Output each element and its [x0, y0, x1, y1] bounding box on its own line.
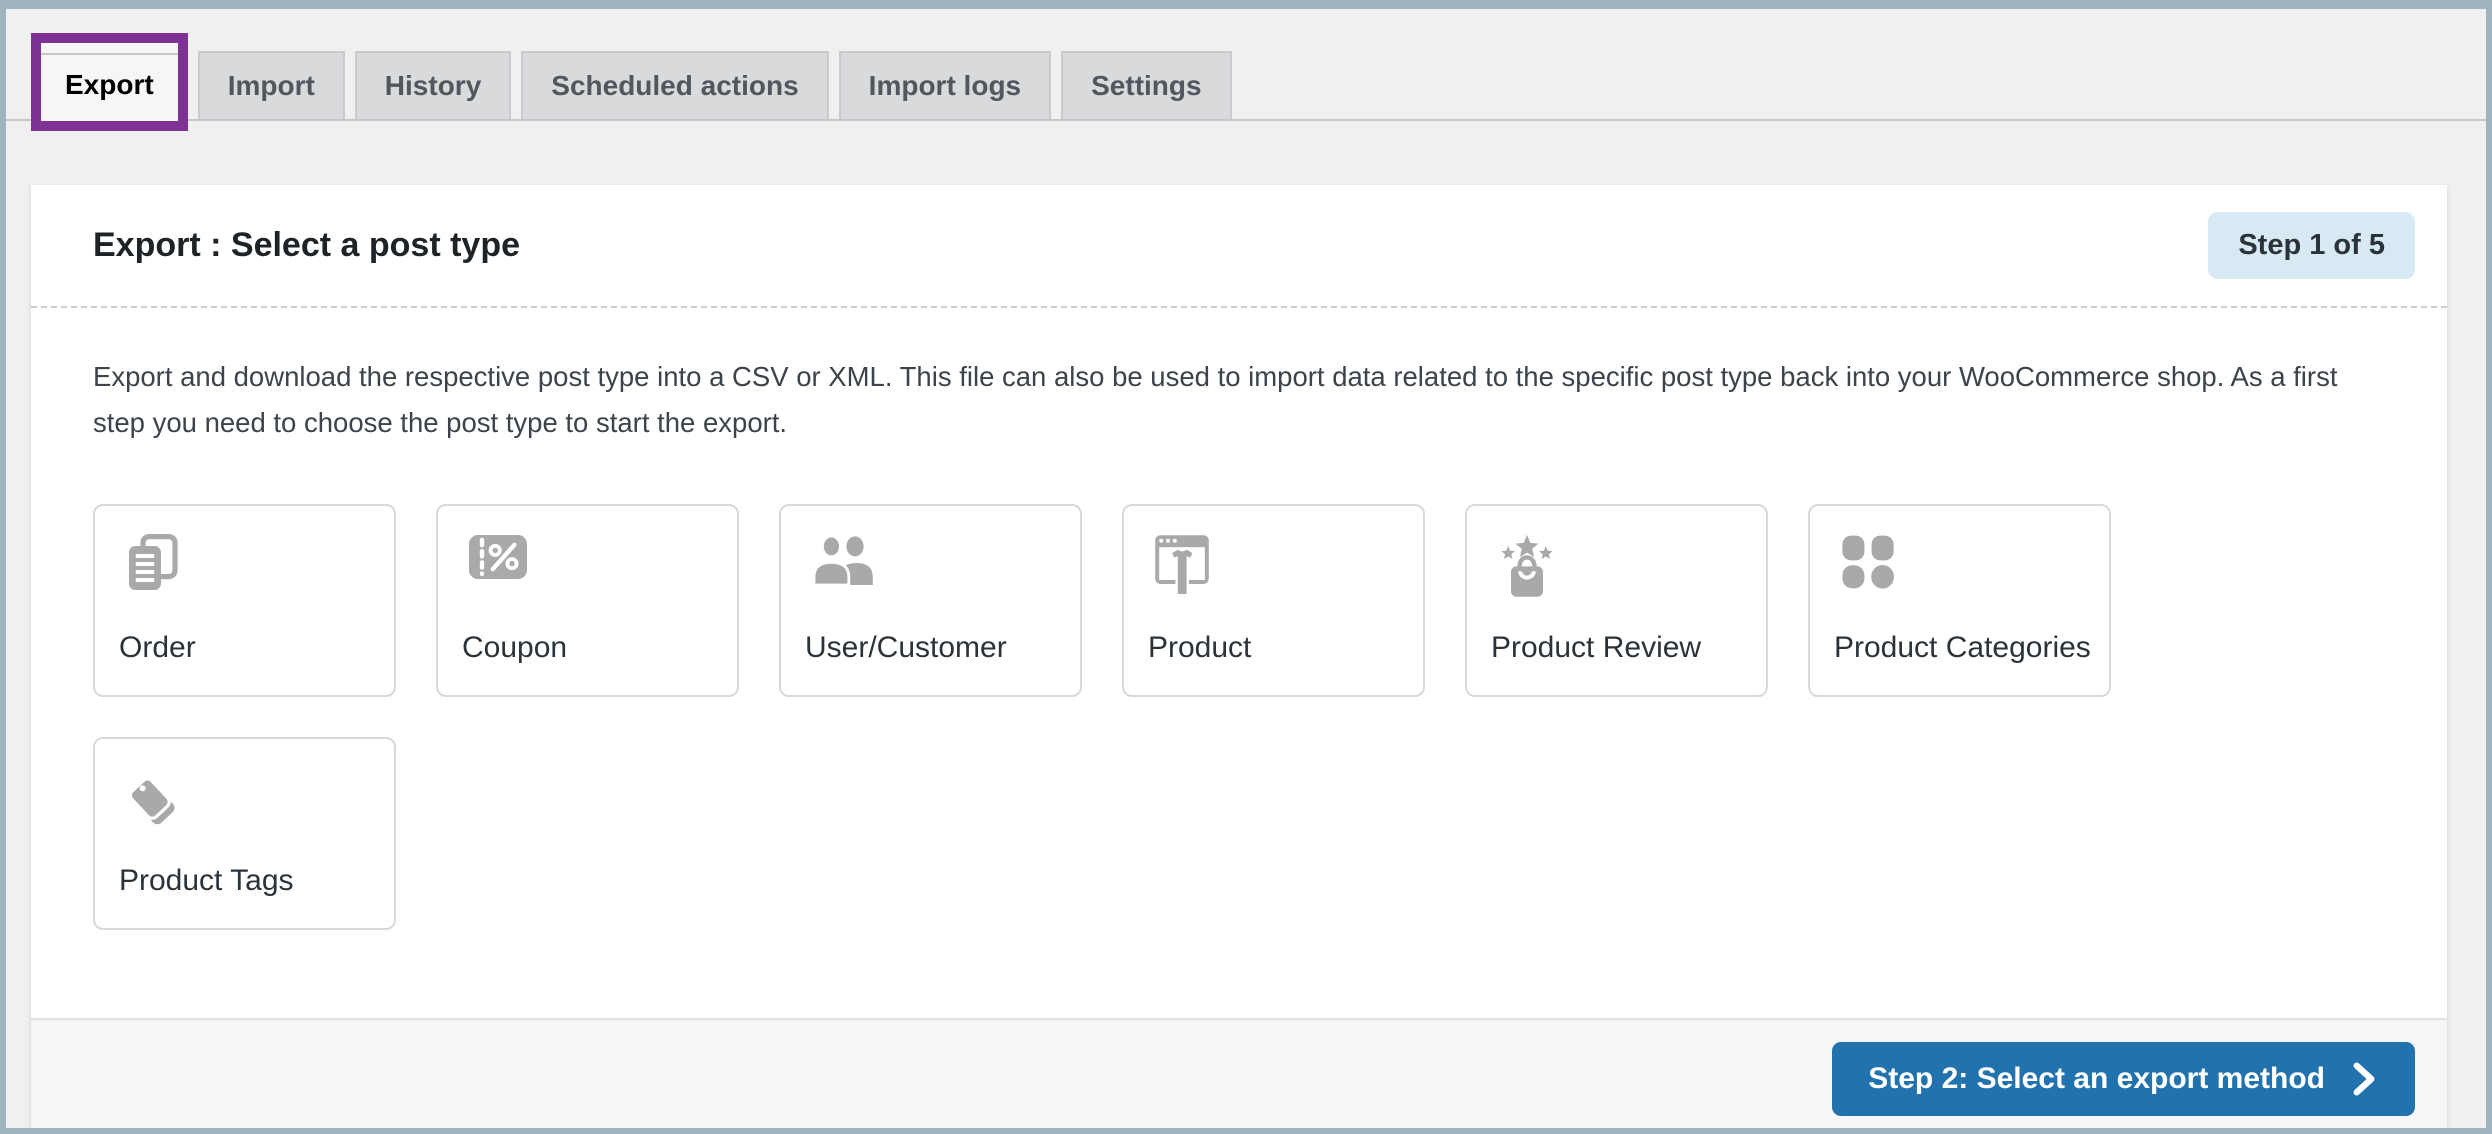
next-step-button-label: Step 2: Select an export method: [1868, 1062, 2325, 1095]
tab-export[interactable]: Export: [41, 55, 178, 121]
tab-settings[interactable]: Settings: [1061, 51, 1232, 119]
annotation-highlight-box: Export: [31, 33, 188, 131]
chevron-right-icon: [2349, 1062, 2379, 1096]
product-categories-icon: [1840, 534, 1896, 595]
post-type-label: Order: [119, 631, 196, 664]
export-panel: Export : Select a post type Step 1 of 5 …: [31, 185, 2447, 1128]
post-type-card-user-customer[interactable]: User/Customer: [779, 504, 1082, 697]
tab-import[interactable]: Import: [197, 51, 345, 119]
product-review-icon: [1497, 534, 1557, 603]
product-icon: [1154, 534, 1212, 603]
post-type-label: User/Customer: [805, 631, 1007, 664]
next-step-button[interactable]: Step 2: Select an export method: [1832, 1042, 2415, 1116]
post-type-label: Product Tags: [119, 864, 294, 897]
tab-import-logs[interactable]: Import logs: [838, 51, 1052, 119]
post-type-card-coupon[interactable]: Coupon: [436, 504, 739, 697]
active-tab-top-edge: [41, 43, 178, 55]
user-customer-icon: [811, 534, 877, 591]
post-type-grid: Order Coupon User/Customer Product Produ…: [93, 504, 2163, 930]
description-text: Export and download the respective post …: [93, 361, 2338, 438]
product-tags-icon: [125, 767, 183, 832]
post-type-card-product-review[interactable]: Product Review: [1465, 504, 1768, 697]
tab-bar: Export Import History Scheduled actions Impo…: [6, 9, 2486, 131]
post-type-label: Product Categories: [1834, 631, 2091, 664]
tab-history[interactable]: History: [354, 51, 512, 119]
panel-footer: Step 2: Select an export method: [31, 1018, 2447, 1128]
panel-body: Export and download the respective post …: [31, 308, 2447, 1018]
page-title: Export : Select a post type: [93, 226, 520, 264]
step-badge: Step 1 of 5: [2208, 212, 2415, 279]
post-type-label: Coupon: [462, 631, 568, 664]
post-type-card-product-categories[interactable]: Product Categories: [1808, 504, 2111, 697]
coupon-icon: [468, 534, 528, 585]
order-documents-icon: [125, 533, 179, 599]
tab-scheduled-actions[interactable]: Scheduled actions: [521, 51, 829, 119]
panel-header: Export : Select a post type Step 1 of 5: [31, 185, 2447, 308]
post-type-label: Product: [1148, 631, 1252, 664]
post-type-card-order[interactable]: Order: [93, 504, 396, 697]
post-type-label: Product Review: [1491, 631, 1702, 664]
post-type-card-product-tags[interactable]: Product Tags: [93, 737, 396, 930]
post-type-card-product[interactable]: Product: [1122, 504, 1425, 697]
screenshot-frame: Export Import History Scheduled actions Impo…: [0, 0, 2492, 1134]
